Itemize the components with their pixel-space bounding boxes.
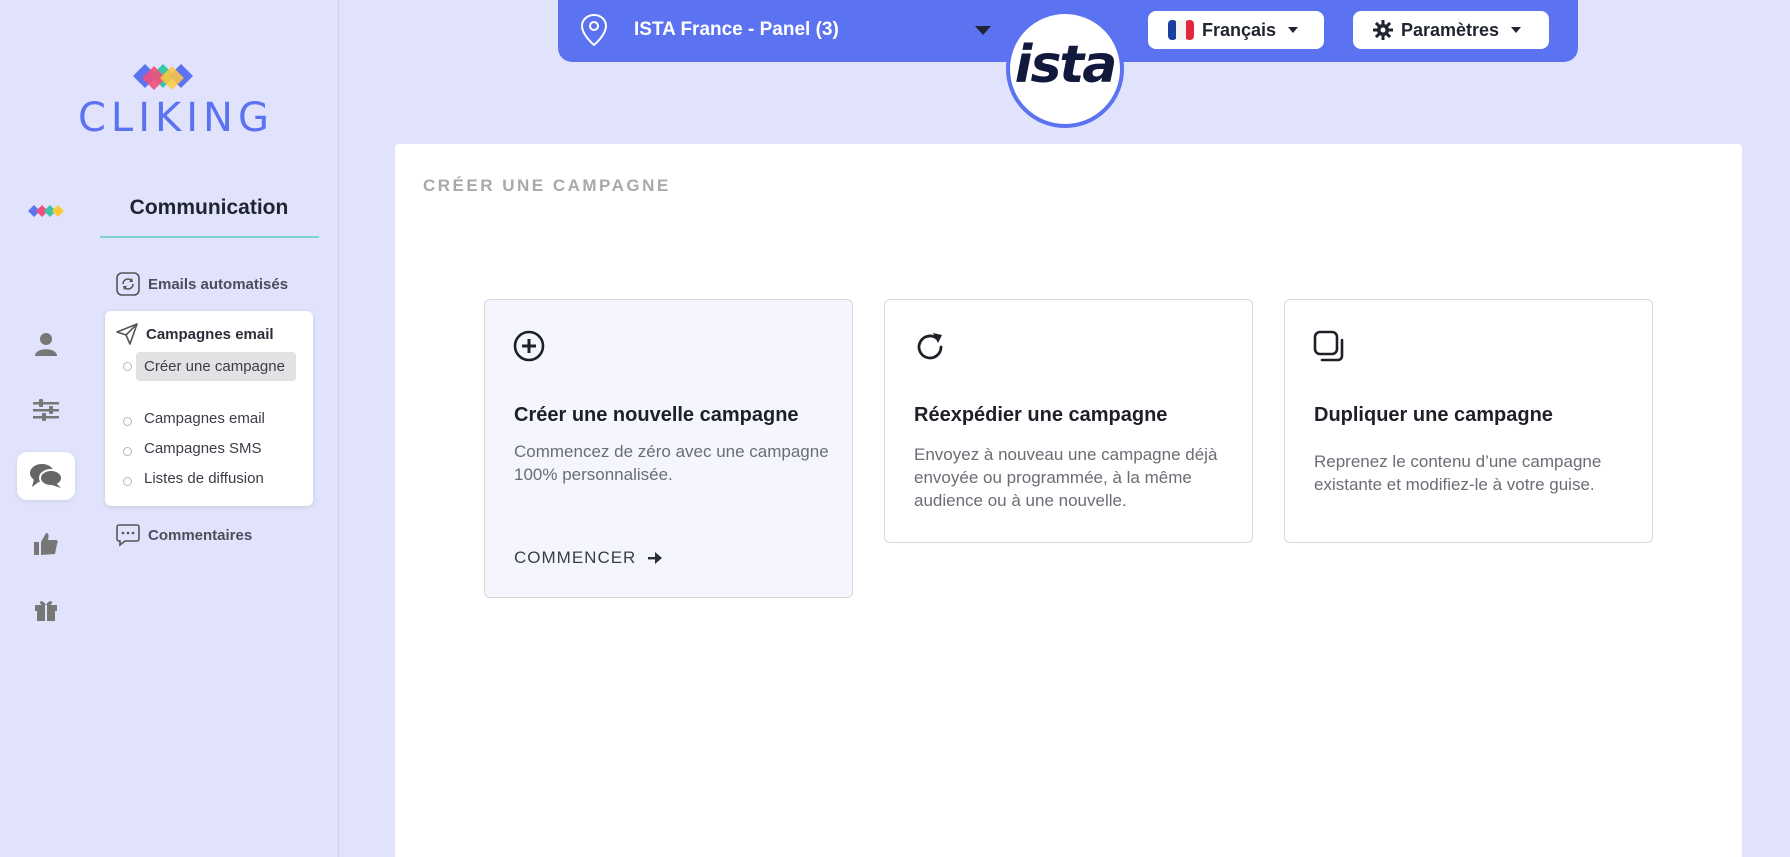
thumbs-up-icon[interactable]: [17, 520, 75, 568]
language-label: Français: [1202, 19, 1277, 40]
cliking-logo[interactable]: CLIKING: [78, 60, 274, 141]
option-new-campaign[interactable]: Créer une nouvelle campagne Commencez de…: [484, 299, 853, 598]
gear-icon: [1373, 20, 1393, 40]
menu-comments[interactable]: Commentaires: [116, 523, 252, 547]
duplicate-icon: [1313, 330, 1344, 362]
language-dropdown[interactable]: Français: [1148, 11, 1324, 49]
option-title: Créer une nouvelle campagne: [514, 404, 799, 426]
chat-icon[interactable]: [17, 452, 75, 500]
option-description: Reprenez le contenu d’une campagne exist…: [1314, 452, 1602, 494]
submenu-item-label: Listes de diffusion: [144, 470, 264, 487]
bullet-icon: [123, 447, 132, 456]
option-title: Réexpédier une campagne: [914, 404, 1168, 426]
start-button-label: COMMENCER: [514, 548, 637, 567]
option-duplicate-campaign[interactable]: Dupliquer une campagne Reprenez le conte…: [1284, 299, 1653, 543]
gift-icon[interactable]: [17, 586, 75, 634]
sliders-icon[interactable]: [17, 386, 75, 434]
paper-plane-icon: [116, 323, 138, 345]
comment-icon: [116, 524, 140, 547]
bullet-icon: [123, 477, 132, 486]
section-title: Communication: [129, 196, 289, 219]
section-underline: [100, 236, 319, 238]
settings-dropdown[interactable]: Paramètres: [1353, 11, 1549, 49]
sidebar: CLIKING Communication Emails automatisés…: [0, 0, 339, 857]
submenu-email-campaigns[interactable]: Campagnes email: [123, 410, 265, 427]
option-description: Envoyez à nouveau une campagne déjà envo…: [914, 445, 1218, 510]
logo-text: CLIKING: [78, 95, 274, 141]
option-title: Dupliquer une campagne: [1314, 404, 1553, 426]
option-description: Commencez de zéro avec une campagne 100%…: [514, 442, 829, 484]
menu-campaigns-email[interactable]: Campagnes email: [116, 323, 274, 345]
caret-down-icon: [1511, 27, 1522, 33]
menu-auto-emails-label: Emails automatisés: [148, 275, 289, 293]
start-button[interactable]: COMMENCER: [514, 548, 663, 568]
caret-down-icon: [1288, 27, 1299, 33]
brand-logo-badge[interactable]: ista: [1006, 10, 1124, 128]
campaigns-submenu: Campagnes email Créer une campagne Campa…: [105, 311, 313, 506]
menu-campaigns-email-label: Campagnes email: [146, 325, 274, 343]
menu-comments-label: Commentaires: [148, 526, 253, 544]
france-flag-icon: [1168, 20, 1194, 40]
main-card: CRÉER UNE CAMPAGNE Créer une nouvelle ca…: [395, 144, 1742, 857]
bullet-icon: [123, 417, 132, 426]
chevron-down-icon[interactable]: [975, 26, 991, 36]
user-icon[interactable]: [17, 320, 75, 368]
arrow-right-icon: [648, 552, 663, 564]
submenu-item-label: Campagnes SMS: [144, 440, 262, 457]
page-title: CRÉER UNE CAMPAGNE: [423, 176, 671, 195]
submenu-create-campaign[interactable]: Créer une campagne: [123, 352, 296, 381]
brand-logo-text: ista: [1014, 35, 1118, 95]
bullet-icon: [123, 362, 132, 371]
submenu-item-label: Campagnes email: [144, 410, 265, 427]
settings-label: Paramètres: [1401, 19, 1500, 40]
refresh-icon: [917, 333, 943, 360]
cliking-logo-mark: [133, 64, 193, 90]
location-pin-icon: [580, 13, 608, 47]
panel-selector[interactable]: ISTA France - Panel (3): [634, 19, 839, 41]
auto-refresh-icon: [116, 272, 140, 296]
submenu-mailing-lists[interactable]: Listes de diffusion: [123, 470, 264, 487]
menu-auto-emails[interactable]: Emails automatisés: [116, 272, 288, 296]
submenu-sms-campaigns[interactable]: Campagnes SMS: [123, 440, 262, 457]
submenu-item-label: Créer une campagne: [136, 352, 296, 381]
plus-circle-icon: [513, 330, 545, 362]
cliking-logo-icon[interactable]: [17, 187, 75, 235]
option-resend-campaign[interactable]: Réexpédier une campagne Envoyez à nouvea…: [884, 299, 1253, 543]
